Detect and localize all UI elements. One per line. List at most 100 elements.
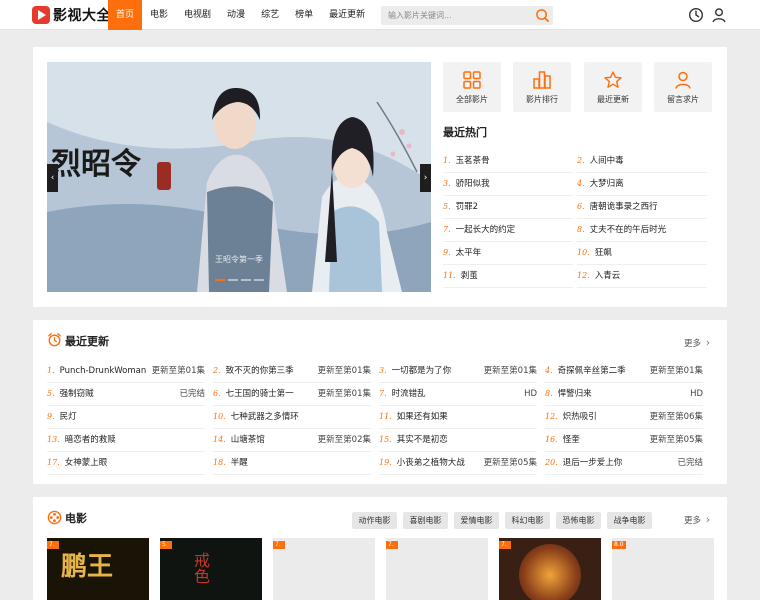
update-list-item[interactable]: 6. 七王国的骑士第一 更新至第01集 — [213, 383, 371, 406]
nav-variety[interactable]: 综艺 — [253, 0, 287, 30]
banner-carousel[interactable]: 烈昭令 ‹ › 王昭令第一季 — [47, 62, 431, 292]
rank-number: 11. — [379, 412, 392, 421]
hot-list-item[interactable]: 11. 剥茧 — [443, 265, 573, 288]
hot-list-item[interactable]: 3. 骄阳似我 — [443, 173, 573, 196]
update-list-item[interactable]: 10. 七种武器之多情环 — [213, 406, 371, 429]
movie-poster[interactable]: 7. — [386, 538, 488, 600]
hot-list-item[interactable]: 6. 唐朝诡事录之西行 — [577, 196, 707, 219]
carousel-dot[interactable] — [214, 279, 225, 281]
quick-link-all-films[interactable]: 全部影片 — [443, 62, 501, 112]
history-clock-icon[interactable] — [688, 7, 704, 23]
hot-list-item[interactable]: 12. 入青云 — [577, 265, 707, 288]
update-list-item[interactable]: 9. 民灯 — [47, 406, 205, 429]
rank-number: 9. — [443, 248, 451, 257]
update-item-title: 其实不是初恋 — [396, 435, 448, 445]
update-list-item[interactable]: 12. 炽热吸引 更新至第06集 — [545, 406, 703, 429]
genre-tag[interactable]: 喜剧电影 — [403, 512, 448, 529]
rank-number: 1. — [47, 366, 55, 375]
update-list-item[interactable]: 8. 悍警归来 HD — [545, 383, 703, 406]
rank-number: 13. — [47, 435, 60, 444]
hot-list-item[interactable]: 5. 罚罪2 — [443, 196, 573, 219]
carousel-dot[interactable] — [227, 279, 238, 281]
rank-number: 18. — [213, 458, 226, 467]
nav-rankings[interactable]: 榜单 — [287, 0, 321, 30]
search-icon[interactable] — [535, 8, 550, 23]
hot-list-item[interactable]: 9. 太平年 — [443, 242, 573, 265]
carousel-dot[interactable] — [240, 279, 251, 281]
update-list-item[interactable]: 20. 退后一步爱上你 已完结 — [545, 452, 703, 475]
movie-poster[interactable]: 7. — [273, 538, 375, 600]
nav-recent-updates[interactable]: 最近更新 — [321, 0, 373, 30]
star-icon — [604, 71, 622, 88]
update-item-title: 奇探佩辛丝第二季 — [557, 366, 626, 376]
quick-link-recent-updates[interactable]: 最近更新 — [584, 62, 642, 112]
banner-caption: 王昭令第一季 — [215, 255, 263, 264]
update-list-item[interactable]: 7. 时流错乱 HD — [379, 383, 537, 406]
carousel-dot[interactable] — [253, 279, 264, 281]
update-list-item[interactable]: 15. 其实不是初恋 — [379, 429, 537, 452]
carousel-next-arrow[interactable]: › — [420, 164, 431, 192]
score-badge: 7. — [273, 541, 285, 549]
poster-artwork — [519, 544, 581, 600]
hot-list-item[interactable]: 7. 一起长大的约定 — [443, 219, 573, 242]
movies-more-link[interactable]: 更多 › — [684, 513, 710, 526]
rank-number: 5. — [443, 202, 451, 211]
update-list-item[interactable]: 3. 一切都是为了你 更新至第01集 — [379, 360, 537, 383]
nav-tv-series[interactable]: 电视剧 — [176, 0, 219, 30]
nav-home[interactable]: 首页 — [108, 0, 143, 30]
update-list-item[interactable]: 18. 半醒 — [213, 452, 371, 475]
rank-number: 12. — [545, 412, 558, 421]
film-reel-icon — [47, 510, 62, 525]
hot-section-title: 最近热门 — [443, 126, 487, 139]
update-list-item[interactable]: 13. 暗恋者的救赎 — [47, 429, 205, 452]
hot-item-title: 太平年 — [455, 248, 482, 258]
hot-item-title: 罚罪2 — [455, 202, 479, 212]
update-list-item[interactable]: 16. 怪奎 更新至第05集 — [545, 429, 703, 452]
hot-item-title: 剥茧 — [460, 271, 478, 281]
genre-tag[interactable]: 科幻电影 — [505, 512, 550, 529]
hot-list-item[interactable]: 10. 狂飙 — [577, 242, 707, 265]
nav-anime[interactable]: 动漫 — [219, 0, 253, 30]
update-list-item[interactable]: 19. 小丧弟之植物大战 更新至第05集 — [379, 452, 537, 475]
carousel-prev-arrow[interactable]: ‹ — [47, 164, 58, 192]
rank-number: 4. — [577, 179, 585, 188]
hot-list-item[interactable]: 1. 玉茗茶骨 — [443, 150, 573, 173]
nav-movies[interactable]: 电影 — [142, 0, 176, 30]
alarm-clock-icon — [48, 332, 61, 347]
update-list-item[interactable]: 11. 如果还有如果 — [379, 406, 537, 429]
movie-poster[interactable]: 8.0 — [612, 538, 714, 600]
update-status: 更新至第05集 — [483, 458, 537, 468]
update-list-item[interactable]: 5. 强制窃贼 已完结 — [47, 383, 205, 406]
update-list-item[interactable]: 4. 奇探佩辛丝第二季 更新至第01集 — [545, 360, 703, 383]
genre-tag[interactable]: 动作电影 — [352, 512, 397, 529]
update-list-item[interactable]: 1. Punch-DrunkWoman 更新至第01集 — [47, 360, 205, 383]
movie-poster[interactable]: 戒色 5. — [160, 538, 262, 600]
recent-updates-title: 最近更新 — [65, 335, 109, 348]
site-logo[interactable]: 影视大全 — [32, 5, 111, 25]
movie-poster[interactable]: 鹏王 7. — [47, 538, 149, 600]
update-item-title: 致不灭的你第三季 — [225, 366, 294, 376]
quick-link-rankings[interactable]: 影片排行 — [513, 62, 571, 112]
carousel-dots — [47, 279, 431, 281]
genre-tag[interactable]: 恐怖电影 — [556, 512, 601, 529]
rank-number: 2. — [577, 156, 585, 165]
hot-list-item[interactable]: 2. 人间中毒 — [577, 150, 707, 173]
genre-tag[interactable]: 战争电影 — [607, 512, 652, 529]
hot-item-title: 唐朝诡事录之西行 — [589, 202, 658, 212]
quick-link-request-film[interactable]: 留言求片 — [654, 62, 712, 112]
user-account-icon[interactable] — [711, 7, 727, 23]
hot-item-title: 一起长大的约定 — [455, 225, 516, 235]
update-list-item[interactable]: 14. 山塘茶馆 更新至第02集 — [213, 429, 371, 452]
rank-number: 8. — [545, 389, 553, 398]
hot-list-item[interactable]: 4. 大梦归离 — [577, 173, 707, 196]
update-status: 更新至第01集 — [483, 366, 537, 376]
genre-tag[interactable]: 爱情电影 — [454, 512, 499, 529]
recent-updates-more-link[interactable]: 更多 › — [684, 336, 710, 349]
update-list-item[interactable]: 2. 致不灭的你第三季 更新至第01集 — [213, 360, 371, 383]
hot-list-item[interactable]: 8. 丈夫不在的午后时光 — [577, 219, 707, 242]
update-list-item[interactable]: 17. 女神蒙上眼 — [47, 452, 205, 475]
bar-chart-icon — [533, 71, 551, 89]
search-input[interactable] — [381, 6, 531, 25]
rank-number: 15. — [379, 435, 392, 444]
movie-poster[interactable]: 7. — [499, 538, 601, 600]
